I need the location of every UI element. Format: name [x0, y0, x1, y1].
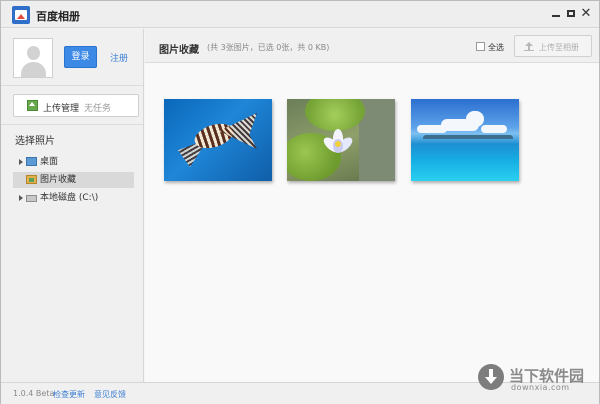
tree-item-label: 本地磁盘 (C:\) — [40, 193, 99, 203]
water-lily-photo[interactable] — [287, 99, 395, 181]
select-photos-title: 选择照片 — [15, 136, 55, 147]
app-window: 百度相册 ✕ 登录 注册 上传管理 无任务 选择照片 桌面 图片收藏 本地磁盘 … — [0, 0, 600, 404]
title-bar[interactable]: 百度相册 ✕ — [1, 1, 599, 28]
version-label: 1.0.4 Beta — [13, 389, 55, 398]
app-logo-icon — [12, 6, 30, 24]
upload-manager-label: 上传管理 — [43, 104, 80, 114]
upload-manager-icon — [27, 100, 38, 111]
avatar-body — [21, 62, 46, 77]
minimize-button[interactable] — [549, 7, 563, 21]
tree-item-label: 图片收藏 — [40, 175, 77, 185]
photos-folder-icon — [26, 175, 37, 184]
register-link[interactable]: 注册 — [110, 51, 128, 64]
close-button[interactable]: ✕ — [579, 7, 593, 21]
main-header: 图片收藏 (共 3张图片，已选 0张，共 0 KB) 全选 上传至相册 — [145, 29, 599, 63]
folder-title: 图片收藏 — [159, 45, 199, 56]
upload-manager-button[interactable]: 上传管理 无任务 — [13, 94, 139, 117]
divider — [1, 85, 143, 86]
download-icon — [478, 364, 504, 390]
upload-manager-status: 无任务 — [84, 104, 112, 114]
upload-to-album-label: 上传至相册 — [539, 43, 579, 52]
desktop-icon — [26, 157, 37, 166]
tree-item-label: 桌面 — [40, 157, 59, 167]
minimize-icon — [552, 15, 560, 17]
close-icon: ✕ — [580, 6, 592, 21]
check-update-link[interactable]: 检查更新 — [53, 389, 85, 400]
expand-arrow-icon[interactable] — [19, 159, 23, 165]
sea-photo[interactable] — [411, 99, 519, 181]
tree-item-local-disk[interactable]: 本地磁盘 (C:\) — [13, 190, 134, 206]
disk-icon — [26, 195, 37, 202]
expand-arrow-icon[interactable] — [19, 195, 23, 201]
checkbox-icon[interactable] — [476, 42, 485, 51]
upload-to-album-button[interactable]: 上传至相册 — [514, 35, 592, 57]
select-all-label: 全选 — [488, 43, 504, 52]
app-title: 百度相册 — [36, 10, 80, 23]
maximize-button[interactable] — [564, 7, 578, 21]
account-panel: 登录 注册 — [1, 29, 143, 91]
avatar-head — [27, 46, 40, 60]
tree-item-desktop[interactable]: 桌面 — [13, 154, 134, 170]
main-panel: 图片收藏 (共 3张图片，已选 0张，共 0 KB) 全选 上传至相册 — [145, 29, 599, 382]
feedback-link[interactable]: 意见反馈 — [94, 389, 126, 400]
lionfish-photo[interactable] — [164, 99, 272, 181]
watermark: 当下软件园 downxia.com — [478, 363, 594, 393]
upload-icon — [524, 42, 534, 51]
tree-item-photos[interactable]: 图片收藏 — [13, 172, 134, 188]
selection-stats: (共 3张图片，已选 0张，共 0 KB) — [207, 43, 330, 52]
maximize-icon — [567, 10, 575, 17]
login-button[interactable]: 登录 — [64, 46, 97, 68]
divider — [1, 124, 143, 125]
avatar — [13, 38, 53, 78]
watermark-sub: downxia.com — [511, 383, 570, 392]
sidebar: 登录 注册 上传管理 无任务 选择照片 桌面 图片收藏 本地磁盘 (C:\) — [1, 29, 144, 382]
